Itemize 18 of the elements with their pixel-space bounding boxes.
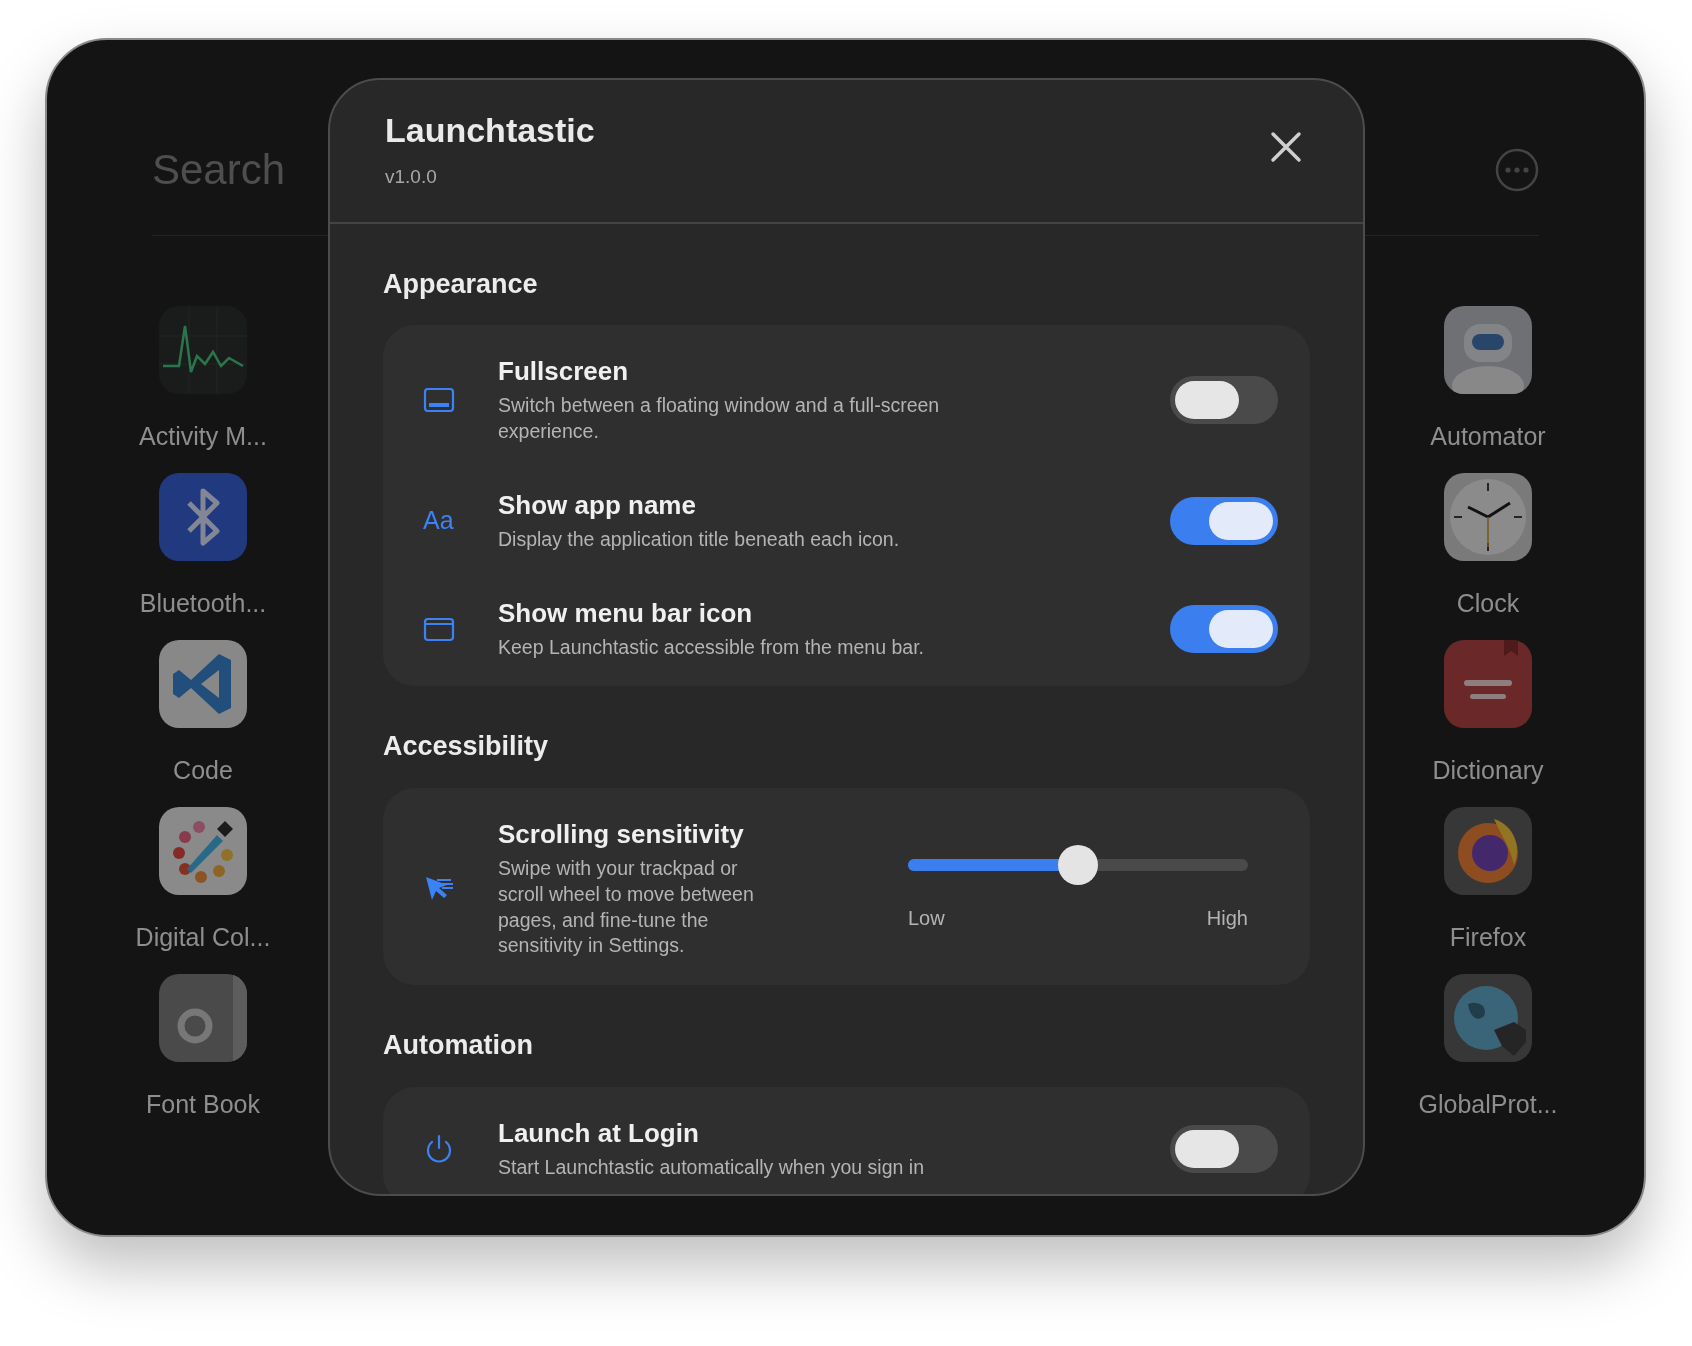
setting-title: Show menu bar icon	[498, 596, 754, 630]
text-size-icon: Aa	[423, 502, 454, 540]
setting-description: Keep Launchtastic accessible from the menu bar.	[498, 634, 925, 660]
slider-max-label: High	[1206, 905, 1248, 931]
setting-title: Launch at Login	[498, 1116, 700, 1150]
setting-title: Scrolling sensitivity	[498, 817, 745, 851]
section-heading: Automation	[383, 1029, 534, 1062]
setting-description: Swipe with your trackpad or scroll wheel to move between pages, and fine-tune the sensitivity in Settings.	[498, 855, 755, 959]
dialog-title: Launchtastic	[385, 110, 595, 151]
setting-description: Start Launchtastic automatically when you sign in	[498, 1154, 925, 1180]
setting-title: Show app name	[498, 489, 697, 523]
version-label: v1.0.0	[385, 164, 438, 189]
section-heading: Accessibility	[383, 730, 550, 763]
section-heading: Appearance	[383, 268, 539, 301]
slider-min-label: Low	[908, 905, 945, 931]
setting-title: Fullscreen	[498, 355, 630, 389]
setting-description: Display the application title beneath each icon.	[498, 526, 901, 552]
setting-description: Switch between a floating window and a full-screen experience.	[498, 393, 941, 445]
